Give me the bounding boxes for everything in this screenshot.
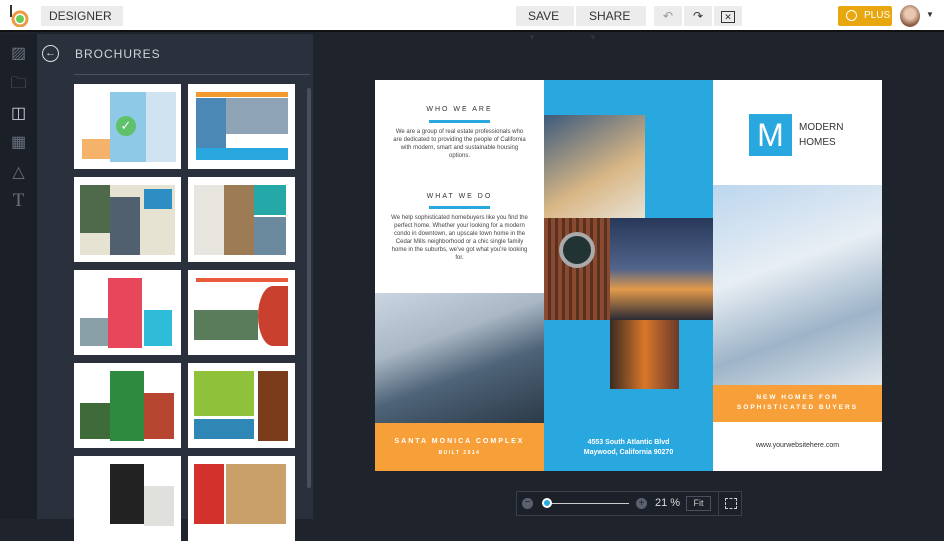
zoom-in-icon[interactable]: + xyxy=(636,498,647,509)
tagline-1[interactable]: NEW HOMES FOR xyxy=(713,394,882,401)
tagline-banner: NEW HOMES FOR SOPHISTICATED BUYERS xyxy=(713,385,882,422)
brand-name-2[interactable]: HOMES xyxy=(799,137,836,148)
share-button[interactable]: SHARE ▼ xyxy=(576,6,646,42)
save-label: SAVE xyxy=(528,9,560,23)
brochure-panel-left: WHO WE ARE We are a group of real estate… xyxy=(375,80,544,471)
undo-icon: ↶ xyxy=(662,9,674,23)
shapes-triangle-icon[interactable]: △ xyxy=(10,164,27,181)
brand-logo-mark[interactable]: M xyxy=(749,114,792,156)
brochure-panel-right: M MODERN HOMES NEW HOMES FOR SOPHISTICAT… xyxy=(713,80,882,471)
template-thumbnail[interactable] xyxy=(74,456,181,541)
user-avatar[interactable] xyxy=(900,5,920,27)
brick-window-photo[interactable] xyxy=(544,218,610,320)
app-logo xyxy=(10,5,29,27)
who-heading[interactable]: WHO WE ARE xyxy=(375,106,544,113)
plus-label: PLUS xyxy=(864,10,891,21)
designer-mode-dropdown[interactable]: DESIGNER ▼ xyxy=(41,6,123,42)
template-thumbnail[interactable] xyxy=(188,84,295,169)
heading-underline xyxy=(429,206,490,209)
top-bar: DESIGNER ▼ SAVE ▼ SHARE ▼ ↶ ↷ ✕ PLUS ▼ xyxy=(0,0,944,42)
folder-icon[interactable]: 🗀 xyxy=(10,75,27,92)
template-thumbnail[interactable] xyxy=(74,363,181,448)
grid-icon[interactable]: ▦ xyxy=(10,134,27,151)
architecture-photo[interactable] xyxy=(544,115,645,218)
complex-title[interactable]: SANTA MONICA COMPLEX xyxy=(375,438,544,445)
templates-icon[interactable]: ◫ xyxy=(10,105,27,122)
save-button[interactable]: SAVE ▼ xyxy=(516,6,574,42)
who-text[interactable]: We are a group of real estate profession… xyxy=(391,128,528,160)
tagline-2[interactable]: SOPHISTICATED BUYERS xyxy=(713,404,882,411)
address-line-1[interactable]: 4553 South Atlantic Blvd xyxy=(544,438,713,448)
close-box-icon: ✕ xyxy=(721,11,735,23)
template-thumbnail[interactable] xyxy=(188,270,295,355)
panel-scrollbar[interactable] xyxy=(307,88,311,488)
template-thumbnail[interactable]: ✓ xyxy=(74,84,181,169)
clear-button[interactable]: ✕ xyxy=(714,6,742,26)
zoom-out-icon[interactable]: − xyxy=(522,498,533,509)
brochure-canvas[interactable]: WHO WE ARE We are a group of real estate… xyxy=(375,80,882,471)
chevron-down-icon: ▼ xyxy=(589,33,597,42)
divider xyxy=(718,492,719,515)
website-text[interactable]: www.yourwebsitehere.com xyxy=(713,442,882,449)
plus-upgrade-button[interactable]: PLUS xyxy=(838,6,892,26)
zoom-slider-track[interactable] xyxy=(542,503,629,504)
panel-title: BROCHURES xyxy=(75,47,161,61)
brand-name-1[interactable]: MODERN xyxy=(799,122,843,133)
undo-button[interactable]: ↶ xyxy=(654,6,682,26)
divider xyxy=(74,74,310,75)
share-label: SHARE xyxy=(589,9,631,23)
image-icon[interactable]: ▨ xyxy=(10,45,27,62)
designer-label: DESIGNER xyxy=(49,9,112,23)
template-thumbnail[interactable] xyxy=(188,177,295,262)
template-thumbnail[interactable] xyxy=(188,363,295,448)
complex-banner: SANTA MONICA COMPLEX BUILT 2014 xyxy=(375,423,544,471)
heading-underline xyxy=(429,120,490,123)
back-arrow-icon[interactable]: ← xyxy=(42,45,59,62)
avatar-chevron-down-icon[interactable]: ▼ xyxy=(926,10,934,19)
brochure-panel-middle: 4553 South Atlantic Blvd Maywood, Califo… xyxy=(544,80,713,471)
template-thumbnail[interactable] xyxy=(188,456,295,541)
redo-button[interactable]: ↷ xyxy=(684,6,712,26)
fit-button[interactable]: Fit xyxy=(686,496,711,511)
address-line-2[interactable]: Maywood, California 90270 xyxy=(544,448,713,458)
night-building-photo[interactable] xyxy=(610,218,713,320)
chevron-down-icon: ▼ xyxy=(528,33,536,42)
complex-subtitle[interactable]: BUILT 2014 xyxy=(375,450,544,456)
badge-icon xyxy=(846,10,857,21)
zoom-percent: 21 % xyxy=(655,497,681,509)
tool-rail: ▨ 🗀 ◫ ▦ △ T xyxy=(0,34,37,519)
what-text[interactable]: We help sophisticated homebuyers like yo… xyxy=(391,214,528,262)
tower-building-photo[interactable] xyxy=(713,185,882,385)
building-photo[interactable] xyxy=(375,293,544,423)
selected-check-icon: ✓ xyxy=(116,116,136,136)
template-thumbnail[interactable] xyxy=(74,177,181,262)
text-icon[interactable]: T xyxy=(10,191,27,210)
what-heading[interactable]: WHAT WE DO xyxy=(375,193,544,200)
zoom-controls: − + 21 % Fit xyxy=(516,491,742,516)
template-thumbnail[interactable] xyxy=(74,270,181,355)
fullscreen-icon[interactable] xyxy=(725,498,737,509)
tower-photo[interactable] xyxy=(610,320,679,389)
redo-icon: ↷ xyxy=(692,9,704,23)
zoom-slider-handle[interactable] xyxy=(542,498,552,508)
